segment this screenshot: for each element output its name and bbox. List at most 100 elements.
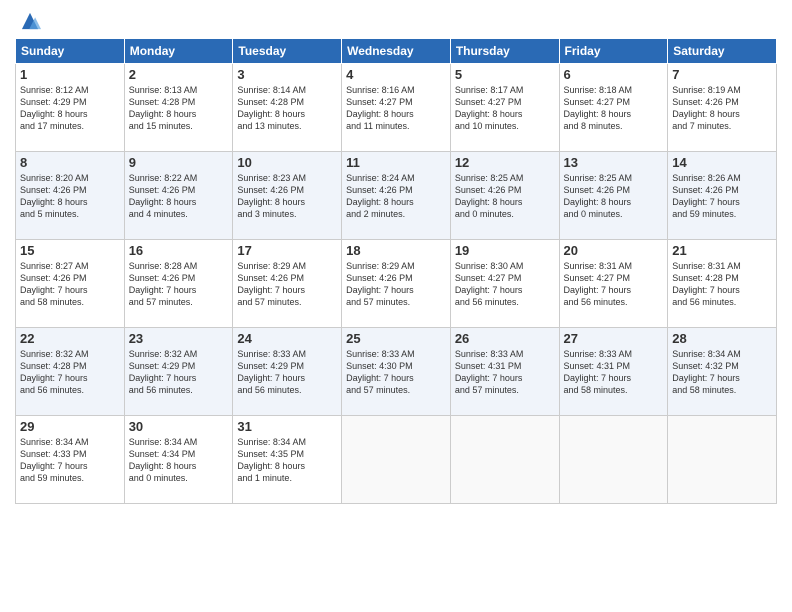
weekday-header-saturday: Saturday bbox=[668, 39, 777, 64]
calendar: SundayMondayTuesdayWednesdayThursdayFrid… bbox=[15, 38, 777, 504]
day-info: Sunrise: 8:14 AMSunset: 4:28 PMDaylight:… bbox=[237, 84, 337, 133]
day-number: 15 bbox=[20, 243, 120, 258]
day-number: 27 bbox=[564, 331, 664, 346]
day-number: 13 bbox=[564, 155, 664, 170]
day-info: Sunrise: 8:33 AMSunset: 4:29 PMDaylight:… bbox=[237, 348, 337, 397]
calendar-cell: 18 Sunrise: 8:29 AMSunset: 4:26 PMDayligh… bbox=[342, 240, 451, 328]
calendar-cell: 17Sunrise: 8:29 AMSunset: 4:26 PMDayligh… bbox=[233, 240, 342, 328]
day-info: Sunrise: 8:18 AMSunset: 4:27 PMDaylight:… bbox=[564, 84, 664, 133]
day-info: Sunrise: 8:33 AMSunset: 4:31 PMDaylight:… bbox=[564, 348, 664, 397]
day-number: 17 bbox=[237, 243, 337, 258]
day-number: 2 bbox=[129, 67, 229, 82]
day-info: Sunrise: 8:23 AMSunset: 4:26 PMDaylight:… bbox=[237, 172, 337, 221]
calendar-cell bbox=[450, 416, 559, 504]
day-number: 5 bbox=[455, 67, 555, 82]
day-info: Sunrise: 8:30 AMSunset: 4:27 PMDaylight:… bbox=[455, 260, 555, 309]
day-info: Sunrise: 8:31 AMSunset: 4:27 PMDaylight:… bbox=[564, 260, 664, 309]
day-number: 18 bbox=[346, 243, 446, 258]
calendar-cell: 6 Sunrise: 8:18 AMSunset: 4:27 PMDaylight… bbox=[559, 64, 668, 152]
logo-icon bbox=[19, 10, 41, 32]
day-info: Sunrise: 8:17 AMSunset: 4:27 PMDaylight:… bbox=[455, 84, 555, 133]
day-number: 12 bbox=[455, 155, 555, 170]
day-number: 31 bbox=[237, 419, 337, 434]
day-number: 30 bbox=[129, 419, 229, 434]
calendar-cell: 9 Sunrise: 8:22 AMSunset: 4:26 PMDaylight… bbox=[124, 152, 233, 240]
calendar-cell: 22 Sunrise: 8:32 AMSunset: 4:28 PMDayligh… bbox=[16, 328, 125, 416]
calendar-cell: 1 Sunrise: 8:12 AMSunset: 4:29 PMDaylight… bbox=[16, 64, 125, 152]
calendar-cell: 12Sunrise: 8:25 AMSunset: 4:26 PMDayligh… bbox=[450, 152, 559, 240]
calendar-cell: 21 Sunrise: 8:31 AMSunset: 4:28 PMDayligh… bbox=[668, 240, 777, 328]
page: SundayMondayTuesdayWednesdayThursdayFrid… bbox=[0, 0, 792, 612]
weekday-header-tuesday: Tuesday bbox=[233, 39, 342, 64]
day-info: Sunrise: 8:26 AMSunset: 4:26 PMDaylight:… bbox=[672, 172, 772, 221]
day-info: Sunrise: 8:32 AMSunset: 4:29 PMDaylight:… bbox=[129, 348, 229, 397]
calendar-cell: 25 Sunrise: 8:33 AMSunset: 4:30 PMDayligh… bbox=[342, 328, 451, 416]
day-number: 24 bbox=[237, 331, 337, 346]
calendar-cell: 11Sunrise: 8:24 AMSunset: 4:26 PMDayligh… bbox=[342, 152, 451, 240]
week-row-2: 8 Sunrise: 8:20 AMSunset: 4:26 PMDaylight… bbox=[16, 152, 777, 240]
day-number: 19 bbox=[455, 243, 555, 258]
calendar-cell: 14 Sunrise: 8:26 AMSunset: 4:26 PMDayligh… bbox=[668, 152, 777, 240]
week-row-5: 29Sunrise: 8:34 AMSunset: 4:33 PMDayligh… bbox=[16, 416, 777, 504]
day-number: 4 bbox=[346, 67, 446, 82]
weekday-header-friday: Friday bbox=[559, 39, 668, 64]
day-info: Sunrise: 8:19 AMSunset: 4:26 PMDaylight:… bbox=[672, 84, 772, 133]
calendar-cell: 28Sunrise: 8:34 AMSunset: 4:32 PMDayligh… bbox=[668, 328, 777, 416]
day-info: Sunrise: 8:31 AMSunset: 4:28 PMDaylight:… bbox=[672, 260, 772, 309]
week-row-1: 1 Sunrise: 8:12 AMSunset: 4:29 PMDaylight… bbox=[16, 64, 777, 152]
calendar-cell: 20 Sunrise: 8:31 AMSunset: 4:27 PMDayligh… bbox=[559, 240, 668, 328]
calendar-cell: 7Sunrise: 8:19 AMSunset: 4:26 PMDaylight… bbox=[668, 64, 777, 152]
calendar-cell: 23 Sunrise: 8:32 AMSunset: 4:29 PMDayligh… bbox=[124, 328, 233, 416]
logo bbox=[15, 10, 41, 32]
calendar-cell: 4 Sunrise: 8:16 AMSunset: 4:27 PMDaylight… bbox=[342, 64, 451, 152]
day-number: 21 bbox=[672, 243, 772, 258]
week-row-4: 22 Sunrise: 8:32 AMSunset: 4:28 PMDayligh… bbox=[16, 328, 777, 416]
day-number: 20 bbox=[564, 243, 664, 258]
day-info: Sunrise: 8:13 AMSunset: 4:28 PMDaylight:… bbox=[129, 84, 229, 133]
day-info: Sunrise: 8:28 AMSunset: 4:26 PMDaylight:… bbox=[129, 260, 229, 309]
day-info: Sunrise: 8:22 AMSunset: 4:26 PMDaylight:… bbox=[129, 172, 229, 221]
day-info: Sunrise: 8:29 AMSunset: 4:26 PMDaylight:… bbox=[346, 260, 446, 309]
day-info: Sunrise: 8:33 AMSunset: 4:31 PMDaylight:… bbox=[455, 348, 555, 397]
calendar-cell: 15 Sunrise: 8:27 AMSunset: 4:26 PMDayligh… bbox=[16, 240, 125, 328]
calendar-cell: 31 Sunrise: 8:34 AMSunset: 4:35 PMDayligh… bbox=[233, 416, 342, 504]
calendar-cell bbox=[342, 416, 451, 504]
weekday-header-thursday: Thursday bbox=[450, 39, 559, 64]
day-number: 8 bbox=[20, 155, 120, 170]
calendar-cell: 29Sunrise: 8:34 AMSunset: 4:33 PMDayligh… bbox=[16, 416, 125, 504]
day-info: Sunrise: 8:33 AMSunset: 4:30 PMDaylight:… bbox=[346, 348, 446, 397]
day-info: Sunrise: 8:34 AMSunset: 4:35 PMDaylight:… bbox=[237, 436, 337, 485]
calendar-cell: 16 Sunrise: 8:28 AMSunset: 4:26 PMDayligh… bbox=[124, 240, 233, 328]
calendar-cell: 5 Sunrise: 8:17 AMSunset: 4:27 PMDaylight… bbox=[450, 64, 559, 152]
weekday-header-wednesday: Wednesday bbox=[342, 39, 451, 64]
day-number: 23 bbox=[129, 331, 229, 346]
day-number: 22 bbox=[20, 331, 120, 346]
calendar-cell: 19 Sunrise: 8:30 AMSunset: 4:27 PMDayligh… bbox=[450, 240, 559, 328]
day-number: 10 bbox=[237, 155, 337, 170]
day-number: 14 bbox=[672, 155, 772, 170]
day-number: 28 bbox=[672, 331, 772, 346]
day-number: 16 bbox=[129, 243, 229, 258]
day-number: 26 bbox=[455, 331, 555, 346]
day-number: 6 bbox=[564, 67, 664, 82]
calendar-cell bbox=[668, 416, 777, 504]
day-number: 1 bbox=[20, 67, 120, 82]
header bbox=[15, 10, 777, 32]
calendar-cell: 27 Sunrise: 8:33 AMSunset: 4:31 PMDayligh… bbox=[559, 328, 668, 416]
calendar-cell: 13Sunrise: 8:25 AMSunset: 4:26 PMDayligh… bbox=[559, 152, 668, 240]
calendar-cell: 2 Sunrise: 8:13 AMSunset: 4:28 PMDaylight… bbox=[124, 64, 233, 152]
calendar-cell: 10 Sunrise: 8:23 AMSunset: 4:26 PMDayligh… bbox=[233, 152, 342, 240]
weekday-header-row: SundayMondayTuesdayWednesdayThursdayFrid… bbox=[16, 39, 777, 64]
week-row-3: 15 Sunrise: 8:27 AMSunset: 4:26 PMDayligh… bbox=[16, 240, 777, 328]
day-info: Sunrise: 8:12 AMSunset: 4:29 PMDaylight:… bbox=[20, 84, 120, 133]
calendar-cell bbox=[559, 416, 668, 504]
day-info: Sunrise: 8:20 AMSunset: 4:26 PMDaylight:… bbox=[20, 172, 120, 221]
calendar-cell: 24 Sunrise: 8:33 AMSunset: 4:29 PMDayligh… bbox=[233, 328, 342, 416]
day-info: Sunrise: 8:24 AMSunset: 4:26 PMDaylight:… bbox=[346, 172, 446, 221]
day-info: Sunrise: 8:34 AMSunset: 4:33 PMDaylight:… bbox=[20, 436, 120, 485]
day-number: 25 bbox=[346, 331, 446, 346]
day-number: 9 bbox=[129, 155, 229, 170]
day-info: Sunrise: 8:16 AMSunset: 4:27 PMDaylight:… bbox=[346, 84, 446, 133]
day-info: Sunrise: 8:27 AMSunset: 4:26 PMDaylight:… bbox=[20, 260, 120, 309]
day-info: Sunrise: 8:32 AMSunset: 4:28 PMDaylight:… bbox=[20, 348, 120, 397]
